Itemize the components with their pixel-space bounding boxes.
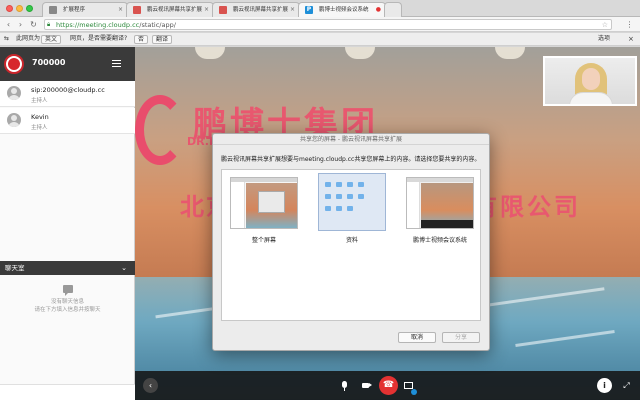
- new-tab-button[interactable]: [384, 2, 402, 17]
- tab-meeting-system[interactable]: P 鹏博士视频会议系统 ●: [298, 2, 386, 18]
- translate-prefix: 此网页为: [16, 35, 41, 42]
- translate-question: 网页，是否需要翻译?: [70, 35, 128, 42]
- share-source-panel: 整个屏幕 资料 鹏博士视频会议系统: [221, 169, 481, 321]
- info-icon[interactable]: i: [597, 378, 612, 393]
- chat-empty-line1: 没有聊天信息: [50, 299, 84, 305]
- tab-close-icon[interactable]: ×: [118, 3, 123, 17]
- share-option-label: 资料: [345, 237, 358, 244]
- call-control-bar: ‹ ☎︎ i ⤢: [135, 371, 640, 400]
- lock-icon: 🔒︎: [47, 21, 51, 28]
- share-button[interactable]: 分享: [442, 332, 480, 343]
- chat-empty-line2: 请在下方填入信息并按聊天: [34, 307, 101, 313]
- sidebar: 700000 sip:200000@cloudp.cc 主持人 Kevin 主持…: [0, 47, 135, 400]
- hang-up-icon[interactable]: ☎︎: [379, 376, 398, 395]
- dialog-title: 共享您的屏幕 - 鹏云视讯屏幕共享扩展: [213, 134, 489, 145]
- chat-header[interactable]: 聊天室 ⌄: [0, 261, 135, 275]
- tab-close-icon[interactable]: ×: [290, 3, 295, 17]
- brand-logo: [4, 54, 24, 74]
- reload-icon[interactable]: ↻: [28, 19, 39, 30]
- meeting-window-thumbnail: [406, 177, 474, 229]
- zoom-window-button[interactable]: [26, 5, 33, 12]
- browser-menu-icon[interactable]: ⋮: [624, 19, 635, 30]
- sidebar-header: 700000: [0, 47, 135, 81]
- no-translate-button[interactable]: 否: [134, 35, 149, 44]
- share-option-label: 鹏博士视频会议系统: [412, 237, 467, 244]
- puzzle-icon: [49, 6, 57, 14]
- chat-input[interactable]: [0, 384, 135, 400]
- avatar: [7, 86, 21, 100]
- translate-options-button[interactable]: 选项: [598, 33, 610, 45]
- microphone-icon[interactable]: [337, 378, 352, 393]
- minimize-window-button[interactable]: [16, 5, 23, 12]
- hamburger-menu-icon[interactable]: [112, 60, 121, 67]
- room-id: 700000: [32, 58, 66, 67]
- collapse-sidebar-icon[interactable]: ‹: [143, 378, 158, 393]
- company-logo-mark: [135, 95, 185, 165]
- brand-p-icon: P: [305, 6, 313, 14]
- participant-item[interactable]: sip:200000@cloudp.cc 主持人: [0, 81, 135, 107]
- files-window-thumbnail: [318, 173, 386, 231]
- url-host: https://meeting.cloudp.cc: [56, 21, 140, 29]
- address-bar[interactable]: 🔒︎ https://meeting.cloudp.cc/static/app/…: [44, 19, 612, 30]
- browser-tab-strip: 扩展程序 × 鹏云视讯屏幕共享扩展 - Chr × 鹏云视讯屏幕共享扩展 - 修…: [0, 0, 640, 18]
- document-icon: [133, 6, 141, 14]
- dialog-prompt: 鹏云视讯屏幕共享扩展想要与meeting.cloudp.cc共享您屏幕上的内容。…: [221, 156, 481, 163]
- cancel-button[interactable]: 取消: [398, 332, 436, 343]
- tab-recording-dot-icon[interactable]: ●: [376, 3, 381, 17]
- close-window-button[interactable]: [6, 5, 13, 12]
- url-path: /static/app/: [139, 21, 176, 29]
- bookmark-star-icon[interactable]: ☆: [602, 20, 608, 30]
- entire-screen-thumbnail: [230, 177, 298, 229]
- share-option-label: 整个屏幕: [251, 237, 276, 244]
- tab-extensions[interactable]: 扩展程序 ×: [42, 2, 128, 17]
- back-arrow-icon[interactable]: ‹: [3, 19, 14, 30]
- forward-arrow-icon[interactable]: ›: [15, 19, 26, 30]
- chat-title: 聊天室: [5, 264, 25, 272]
- tab-extension-page-2[interactable]: 鹏云视讯屏幕共享扩展 - 修改 ×: [212, 2, 300, 17]
- language-select[interactable]: 英文: [41, 35, 62, 44]
- chevron-down-icon[interactable]: ⌄: [121, 261, 127, 275]
- translate-icon: ⇆: [4, 35, 10, 42]
- participant-role: 主持人: [31, 125, 48, 131]
- document-icon: [219, 6, 227, 14]
- translate-close-button[interactable]: ×: [628, 33, 634, 45]
- translate-button[interactable]: 翻译: [152, 35, 173, 44]
- translate-bar: ⇆ 此网页为 英文 网页，是否需要翻译? 否 翻译 选项 ×: [0, 33, 640, 46]
- chat-bubble-icon: [62, 285, 73, 296]
- share-indicator: [411, 389, 417, 395]
- camera-icon[interactable]: [359, 378, 374, 393]
- avatar: [7, 113, 21, 127]
- share-screen-dialog: 共享您的屏幕 - 鹏云视讯屏幕共享扩展 鹏云视讯屏幕共享扩展想要与meeting…: [212, 133, 490, 351]
- chat-empty-state: 没有聊天信息 请在下方填入信息并按聊天: [0, 285, 135, 314]
- participant-name: Kevin: [31, 113, 49, 121]
- participant-item[interactable]: Kevin 主持人: [0, 108, 135, 134]
- browser-toolbar: ‹ › ↻ 🔒︎ https://meeting.cloudp.cc/stati…: [0, 17, 640, 32]
- tab-close-icon[interactable]: ×: [204, 3, 209, 17]
- fullscreen-icon[interactable]: ⤢: [619, 378, 634, 393]
- participant-name: sip:200000@cloudp.cc: [31, 86, 105, 94]
- self-view-video[interactable]: [543, 56, 637, 106]
- tab-extension-page-1[interactable]: 鹏云视讯屏幕共享扩展 - Chr ×: [126, 2, 214, 17]
- participant-role: 主持人: [31, 98, 48, 104]
